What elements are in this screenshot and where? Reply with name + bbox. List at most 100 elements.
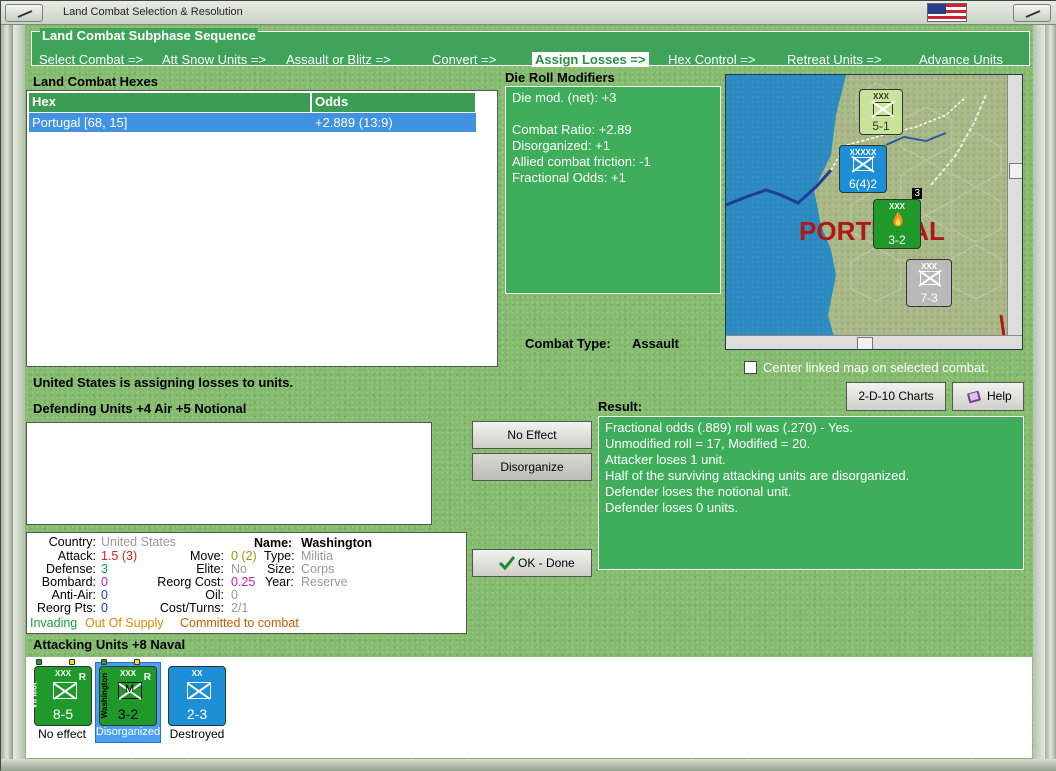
modifier-line: Die mod. (net): +3 [512, 90, 617, 105]
vscroll-thumb[interactable] [1009, 163, 1022, 179]
no-effect-button[interactable]: No Effect [472, 421, 592, 449]
result-line: Defender loses 0 units. [605, 500, 738, 515]
result-line: Half of the surviving attacking units ar… [605, 468, 910, 483]
unit-status-pip [69, 659, 75, 665]
linked-map[interactable]: PORTUGAL XXX 5-1 XXXXX 6(4)2 3 XXX 3-2 X… [725, 74, 1023, 350]
map-unit-washington[interactable]: 3 XXX 3-2 [873, 188, 922, 249]
hscroll-thumb[interactable] [857, 337, 873, 349]
defense-label: Defense: [45, 562, 96, 576]
close-button[interactable] [1013, 4, 1051, 22]
checkmark-icon [499, 556, 515, 570]
help-button[interactable]: Help [952, 382, 1024, 411]
unit-tag: R [143, 672, 151, 683]
cell-hex: Portugal [68, 15] [29, 113, 312, 132]
reorgcost-value: 0.25 [231, 575, 256, 589]
left-frame-inner [13, 25, 25, 771]
unit-value: 6(4)2 [848, 177, 877, 191]
ok-done-button[interactable]: OK - Done [472, 549, 592, 577]
result-header: Result: [598, 399, 643, 414]
map-vscrollbar[interactable] [1007, 75, 1022, 335]
unit-value: 3-2 [117, 706, 139, 722]
fire-icon [893, 211, 903, 227]
country-value: United States [101, 535, 177, 549]
charts-button[interactable]: 2-D-10 Charts [846, 382, 946, 411]
result-line: Unmodified roll = 17, Modified = 20. [605, 436, 811, 451]
unit-result: No effect [38, 727, 86, 741]
disorganize-button[interactable]: Disorganize [472, 453, 592, 481]
step-advance: Advance Units [919, 52, 1003, 67]
map-unit-alexandre[interactable]: XXXXX 6(4)2 [839, 145, 887, 193]
name-value: Washington [301, 536, 373, 550]
unit-result: Disorganized [95, 726, 161, 738]
unit-counter: XXX R VII Mot 8-5 [30, 666, 92, 726]
unit-value: 2-3 [186, 706, 208, 722]
reorgpts-label: Reorg Pts: [36, 601, 96, 615]
unit-value: 7-3 [920, 291, 938, 305]
unit-info-panel: Country: United States Attack: 1.5 (3) D… [26, 532, 467, 634]
center-map-label[interactable]: Center linked map on selected combat. [763, 360, 988, 375]
step-assign-losses: Assign Losses => [532, 52, 649, 67]
elite-value: No [231, 562, 247, 576]
militia-mark-icon: M [125, 683, 135, 695]
right-frame [1045, 25, 1056, 771]
cell-odds: +2.889 (13:9) [312, 113, 476, 132]
country-label: Country: [48, 535, 96, 549]
antiair-value: 0 [101, 588, 108, 602]
attacking-units-list: XXX R VII Mot 8-5 No effect XXX R Washin… [26, 657, 1032, 758]
help-book-icon [967, 390, 981, 404]
combat-type-value: Assault [632, 336, 679, 351]
step-att-snow: Att Snow Units => [162, 52, 267, 67]
step-assault-blitz: Assault or Blitz => [286, 52, 391, 67]
status-committed: Committed to combat [180, 616, 299, 630]
unit-status-pip [101, 659, 107, 665]
result-line: Defender loses the notional unit. [605, 484, 792, 499]
unit-size: XXX [872, 92, 889, 101]
column-hex[interactable]: Hex [29, 93, 311, 112]
modifier-line: Combat Ratio: +2.89 [512, 122, 632, 137]
stack-count: 3 [912, 188, 922, 199]
map-unit-gray[interactable]: XXX 7-3 [906, 259, 952, 307]
modifiers-box: Die mod. (net): +3 Combat Ratio: +2.89 D… [505, 86, 721, 294]
status-supply: Out Of Supply [85, 616, 164, 630]
minimize-icon [17, 10, 33, 18]
unit-size: XXXXX [849, 148, 877, 157]
infantry-symbol-icon [187, 682, 211, 699]
map-hscrollbar[interactable] [726, 335, 1022, 349]
unit-result: Destroyed [169, 727, 225, 741]
size-value: Corps [301, 562, 335, 576]
bombard-value: 0 [101, 575, 108, 589]
status-message: United States is assigning losses to uni… [33, 375, 294, 390]
type-label: Type: [264, 549, 295, 563]
unit-size: XXX [920, 262, 937, 271]
title-bar: Land Combat Selection & Resolution [1, 1, 1056, 25]
unit-counter: XXX R Washington M 3-2 [99, 666, 157, 726]
unit-name: VII Mot [29, 682, 39, 709]
status-invading: Invading [30, 616, 78, 630]
hexes-table: Hex Odds Portugal [68, 15] +2.889 (13:9) [26, 90, 498, 367]
center-map-checkbox[interactable] [744, 361, 757, 374]
move-value: 0 (2) [231, 549, 257, 563]
map-unit-xii-lisbon[interactable]: XXX 5-1 [859, 89, 903, 135]
modifiers-header: Die Roll Modifiers [505, 70, 615, 85]
unit-value: 3-2 [888, 233, 906, 247]
unit-counter: XX 2-3 [168, 666, 226, 726]
infantry-symbol-icon [853, 157, 873, 171]
us-flag-icon [927, 3, 967, 22]
name-label: Name: [254, 536, 293, 550]
modifier-line: Fractional Odds: +1 [512, 170, 626, 185]
result-line: Attacker loses 1 unit. [605, 452, 726, 467]
unit-tag: R [78, 672, 86, 683]
defending-units-list[interactable] [26, 422, 432, 525]
step-convert: Convert => [432, 52, 497, 67]
unit-value: 5-1 [872, 119, 890, 133]
right-frame-inner [1033, 25, 1045, 771]
costturns-value: 2/1 [231, 601, 249, 615]
minimize-button[interactable] [5, 4, 43, 22]
result-line: Fractional odds (.889) roll was (.270) -… [605, 420, 853, 435]
unit-value: 8-5 [52, 706, 74, 722]
hexes-header: Land Combat Hexes [33, 74, 158, 89]
modifier-line [512, 106, 714, 122]
unit-status-pip [134, 659, 140, 665]
column-odds[interactable]: Odds [312, 93, 476, 112]
step-retreat: Retreat Units => [787, 52, 882, 67]
